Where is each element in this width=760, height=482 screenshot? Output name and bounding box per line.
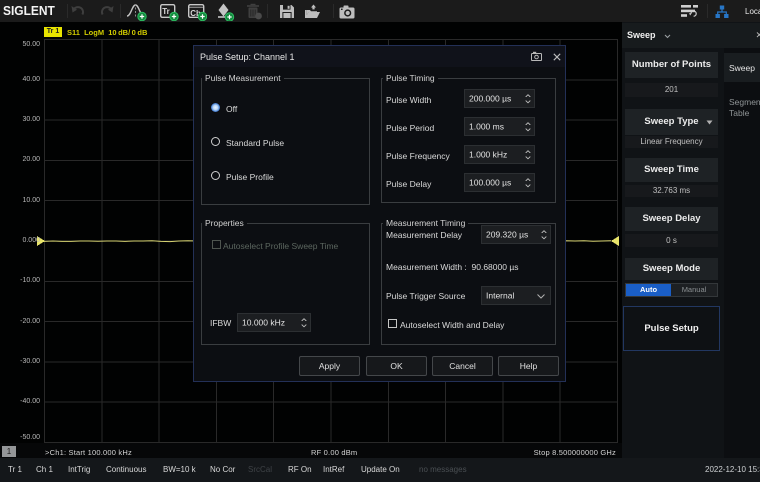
svg-text:Tr: Tr [162,7,170,16]
